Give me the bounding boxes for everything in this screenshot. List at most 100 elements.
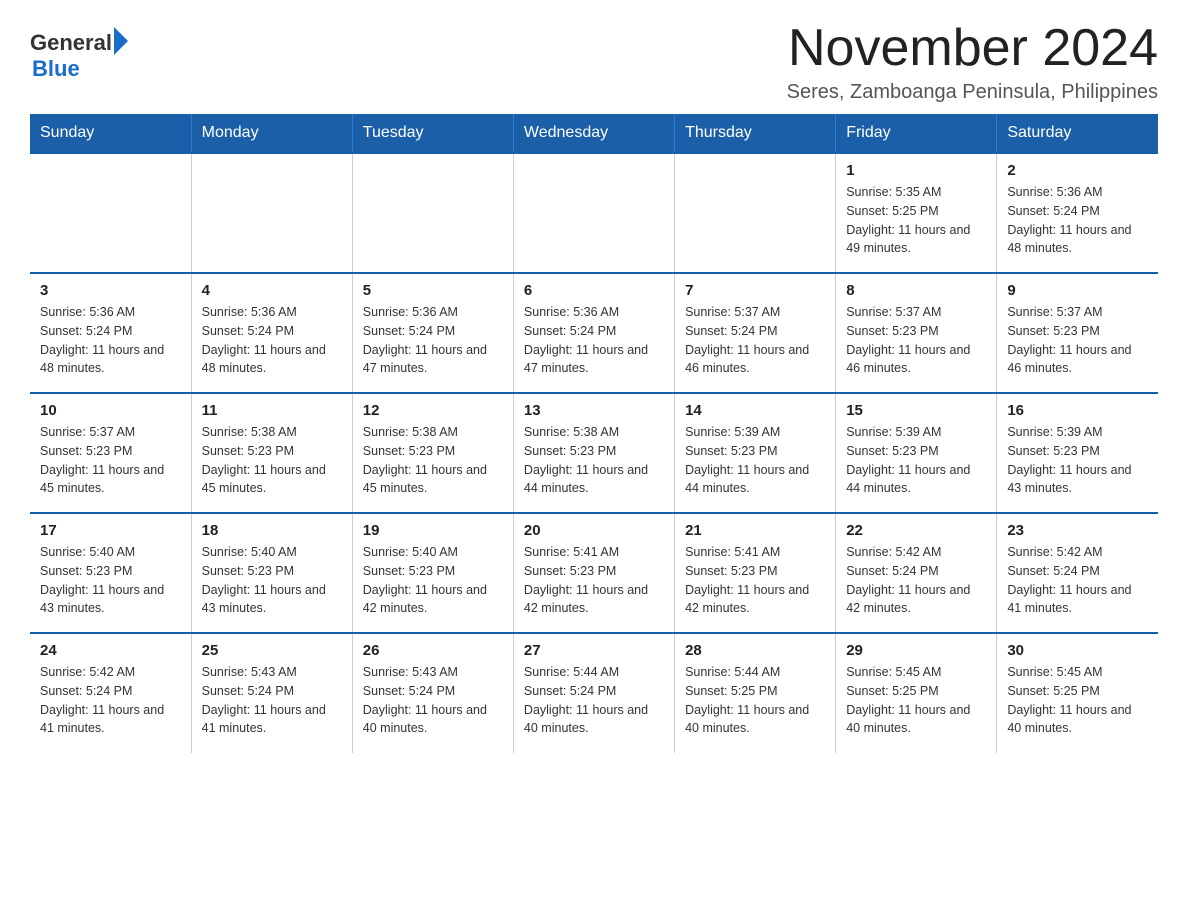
day-info: Sunrise: 5:36 AMSunset: 5:24 PMDaylight:… (1007, 183, 1148, 258)
calendar-week-row: 1 Sunrise: 5:35 AMSunset: 5:25 PMDaylight… (30, 153, 1158, 273)
weekday-header-friday: Friday (836, 114, 997, 153)
day-number: 22 (846, 522, 986, 539)
calendar-cell: 29 Sunrise: 5:45 AMSunset: 5:25 PMDayligh… (836, 633, 997, 753)
day-info: Sunrise: 5:38 AMSunset: 5:23 PMDaylight:… (202, 423, 342, 498)
day-number: 19 (363, 522, 503, 539)
day-number: 20 (524, 522, 664, 539)
logo-blue-text: Blue (32, 56, 80, 82)
calendar-cell: 20 Sunrise: 5:41 AMSunset: 5:23 PMDayligh… (513, 513, 674, 633)
day-info: Sunrise: 5:39 AMSunset: 5:23 PMDaylight:… (846, 423, 986, 498)
day-info: Sunrise: 5:44 AMSunset: 5:25 PMDaylight:… (685, 663, 825, 738)
day-info: Sunrise: 5:36 AMSunset: 5:24 PMDaylight:… (40, 303, 181, 378)
day-number: 9 (1007, 282, 1148, 299)
day-number: 10 (40, 402, 181, 419)
calendar-cell: 2 Sunrise: 5:36 AMSunset: 5:24 PMDaylight… (997, 153, 1158, 273)
calendar-week-row: 3Sunrise: 5:36 AMSunset: 5:24 PMDaylight… (30, 273, 1158, 393)
day-info: Sunrise: 5:42 AMSunset: 5:24 PMDaylight:… (1007, 543, 1148, 618)
calendar-cell: 27Sunrise: 5:44 AMSunset: 5:24 PMDayligh… (513, 633, 674, 753)
day-info: Sunrise: 5:41 AMSunset: 5:23 PMDaylight:… (685, 543, 825, 618)
day-info: Sunrise: 5:35 AMSunset: 5:25 PMDaylight:… (846, 183, 986, 258)
logo-icon: General Blue (30, 30, 128, 82)
day-info: Sunrise: 5:38 AMSunset: 5:23 PMDaylight:… (524, 423, 664, 498)
logo: General Blue (30, 30, 128, 82)
day-number: 7 (685, 282, 825, 299)
location-subtitle: Seres, Zamboanga Peninsula, Philippines (787, 81, 1158, 104)
calendar-cell (30, 153, 191, 273)
day-info: Sunrise: 5:36 AMSunset: 5:24 PMDaylight:… (524, 303, 664, 378)
weekday-header-saturday: Saturday (997, 114, 1158, 153)
day-number: 17 (40, 522, 181, 539)
calendar-cell: 3Sunrise: 5:36 AMSunset: 5:24 PMDaylight… (30, 273, 191, 393)
day-number: 23 (1007, 522, 1148, 539)
calendar-week-row: 10 Sunrise: 5:37 AMSunset: 5:23 PMDayligh… (30, 393, 1158, 513)
day-number: 28 (685, 642, 825, 659)
calendar-cell: 10 Sunrise: 5:37 AMSunset: 5:23 PMDayligh… (30, 393, 191, 513)
day-info: Sunrise: 5:37 AMSunset: 5:23 PMDaylight:… (1007, 303, 1148, 378)
day-number: 11 (202, 402, 342, 419)
day-number: 18 (202, 522, 342, 539)
calendar-cell: 5Sunrise: 5:36 AMSunset: 5:24 PMDaylight… (352, 273, 513, 393)
day-number: 26 (363, 642, 503, 659)
calendar-cell: 24 Sunrise: 5:42 AMSunset: 5:24 PMDayligh… (30, 633, 191, 753)
day-info: Sunrise: 5:40 AMSunset: 5:23 PMDaylight:… (202, 543, 342, 618)
calendar-cell (191, 153, 352, 273)
day-number: 30 (1007, 642, 1148, 659)
day-number: 8 (846, 282, 986, 299)
day-number: 1 (846, 162, 986, 179)
day-info: Sunrise: 5:42 AMSunset: 5:24 PMDaylight:… (40, 663, 181, 738)
day-info: Sunrise: 5:37 AMSunset: 5:23 PMDaylight:… (846, 303, 986, 378)
day-number: 27 (524, 642, 664, 659)
calendar-cell: 8 Sunrise: 5:37 AMSunset: 5:23 PMDaylight… (836, 273, 997, 393)
day-number: 29 (846, 642, 986, 659)
calendar-cell: 28 Sunrise: 5:44 AMSunset: 5:25 PMDayligh… (675, 633, 836, 753)
calendar-cell: 1 Sunrise: 5:35 AMSunset: 5:25 PMDaylight… (836, 153, 997, 273)
calendar-cell: 19Sunrise: 5:40 AMSunset: 5:23 PMDayligh… (352, 513, 513, 633)
day-number: 13 (524, 402, 664, 419)
day-info: Sunrise: 5:36 AMSunset: 5:24 PMDaylight:… (363, 303, 503, 378)
calendar-cell: 21 Sunrise: 5:41 AMSunset: 5:23 PMDayligh… (675, 513, 836, 633)
day-info: Sunrise: 5:40 AMSunset: 5:23 PMDaylight:… (40, 543, 181, 618)
day-number: 2 (1007, 162, 1148, 179)
calendar-cell: 17 Sunrise: 5:40 AMSunset: 5:23 PMDayligh… (30, 513, 191, 633)
weekday-header-row: SundayMondayTuesdayWednesdayThursdayFrid… (30, 114, 1158, 153)
calendar-cell: 7 Sunrise: 5:37 AMSunset: 5:24 PMDaylight… (675, 273, 836, 393)
day-number: 6 (524, 282, 664, 299)
calendar-cell: 23 Sunrise: 5:42 AMSunset: 5:24 PMDayligh… (997, 513, 1158, 633)
calendar-cell: 15 Sunrise: 5:39 AMSunset: 5:23 PMDayligh… (836, 393, 997, 513)
weekday-header-sunday: Sunday (30, 114, 191, 153)
calendar-cell (513, 153, 674, 273)
calendar-cell: 16Sunrise: 5:39 AMSunset: 5:23 PMDayligh… (997, 393, 1158, 513)
calendar-cell: 9 Sunrise: 5:37 AMSunset: 5:23 PMDaylight… (997, 273, 1158, 393)
logo-triangle-icon (114, 27, 128, 55)
calendar-table: SundayMondayTuesdayWednesdayThursdayFrid… (30, 114, 1158, 753)
day-number: 4 (202, 282, 342, 299)
calendar-cell (675, 153, 836, 273)
day-info: Sunrise: 5:37 AMSunset: 5:23 PMDaylight:… (40, 423, 181, 498)
calendar-cell: 13 Sunrise: 5:38 AMSunset: 5:23 PMDayligh… (513, 393, 674, 513)
calendar-week-row: 24 Sunrise: 5:42 AMSunset: 5:24 PMDayligh… (30, 633, 1158, 753)
day-number: 14 (685, 402, 825, 419)
day-info: Sunrise: 5:43 AMSunset: 5:24 PMDaylight:… (363, 663, 503, 738)
day-number: 15 (846, 402, 986, 419)
calendar-cell: 22 Sunrise: 5:42 AMSunset: 5:24 PMDayligh… (836, 513, 997, 633)
day-info: Sunrise: 5:45 AMSunset: 5:25 PMDaylight:… (846, 663, 986, 738)
day-info: Sunrise: 5:42 AMSunset: 5:24 PMDaylight:… (846, 543, 986, 618)
day-number: 24 (40, 642, 181, 659)
day-info: Sunrise: 5:41 AMSunset: 5:23 PMDaylight:… (524, 543, 664, 618)
weekday-header-wednesday: Wednesday (513, 114, 674, 153)
logo-general-text: General (30, 30, 112, 56)
day-number: 25 (202, 642, 342, 659)
calendar-cell: 14 Sunrise: 5:39 AMSunset: 5:23 PMDayligh… (675, 393, 836, 513)
title-area: November 2024 Seres, Zamboanga Peninsula… (787, 20, 1158, 104)
day-info: Sunrise: 5:37 AMSunset: 5:24 PMDaylight:… (685, 303, 825, 378)
month-title: November 2024 (787, 20, 1158, 77)
calendar-cell: 4 Sunrise: 5:36 AMSunset: 5:24 PMDaylight… (191, 273, 352, 393)
calendar-cell: 12Sunrise: 5:38 AMSunset: 5:23 PMDayligh… (352, 393, 513, 513)
day-info: Sunrise: 5:36 AMSunset: 5:24 PMDaylight:… (202, 303, 342, 378)
calendar-cell: 11 Sunrise: 5:38 AMSunset: 5:23 PMDayligh… (191, 393, 352, 513)
day-number: 21 (685, 522, 825, 539)
day-info: Sunrise: 5:39 AMSunset: 5:23 PMDaylight:… (685, 423, 825, 498)
calendar-cell: 25 Sunrise: 5:43 AMSunset: 5:24 PMDayligh… (191, 633, 352, 753)
day-info: Sunrise: 5:43 AMSunset: 5:24 PMDaylight:… (202, 663, 342, 738)
calendar-cell: 6 Sunrise: 5:36 AMSunset: 5:24 PMDaylight… (513, 273, 674, 393)
